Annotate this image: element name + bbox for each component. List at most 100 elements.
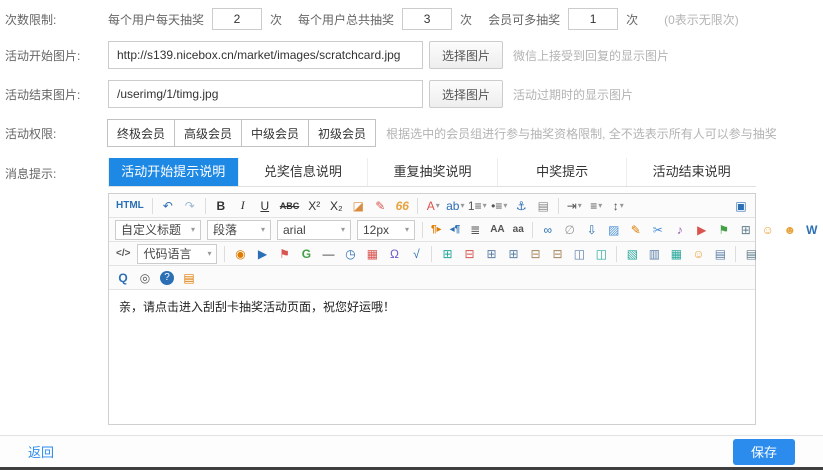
font-family-select[interactable]: arial ▾: [277, 220, 351, 240]
uppercase-icon[interactable]: AA: [487, 220, 507, 240]
auto-typeset-icon[interactable]: ≣: [465, 220, 485, 240]
choose-end-image-button[interactable]: 选择图片: [429, 80, 503, 108]
back-link[interactable]: 返回: [28, 442, 54, 461]
template-icon[interactable]: ▥: [644, 244, 664, 264]
dropdown-caret-icon: ▾: [460, 201, 464, 210]
screenshot-icon[interactable]: ✂: [648, 220, 668, 240]
member-advanced-button[interactable]: 高级会员: [174, 119, 242, 147]
indent-icon[interactable]: ⇥ ▾: [564, 196, 584, 216]
link-icon[interactable]: ∞: [538, 220, 558, 240]
member-ultimate-button[interactable]: 终极会员: [107, 119, 175, 147]
camera-icon[interactable]: ◉: [230, 244, 250, 264]
delete-col-icon[interactable]: ⊟: [547, 244, 567, 264]
blockquote-icon[interactable]: 66: [392, 196, 412, 216]
line-height-icon[interactable]: ↕ ▾: [608, 196, 628, 216]
time-icon[interactable]: ◷: [340, 244, 360, 264]
direction-rtl-icon[interactable]: ◂¶: [447, 220, 464, 240]
fullscreen-icon[interactable]: ▣: [731, 196, 751, 216]
icon-glyph: ⊞: [508, 247, 518, 261]
font-color-icon[interactable]: A ▾: [423, 196, 443, 216]
save-button[interactable]: 保存: [733, 439, 795, 465]
insert-frame-icon[interactable]: ⊞: [736, 220, 756, 240]
tab-activity-start-tip[interactable]: 活动开始提示说明: [108, 158, 238, 186]
unlink-icon[interactable]: ∅: [560, 220, 580, 240]
lowercase-icon[interactable]: aa: [510, 220, 527, 240]
start-image-input[interactable]: [108, 41, 423, 69]
toolbar-row-3: </> 代码语言 ▾ ◉ ▶: [109, 242, 755, 266]
member-beginner-button[interactable]: 初级会员: [308, 119, 376, 147]
eraser-icon[interactable]: ◪: [348, 196, 368, 216]
underline-icon[interactable]: U: [255, 196, 275, 216]
horizontal-rule-icon[interactable]: —: [318, 244, 338, 264]
music-icon[interactable]: ♪: [670, 220, 690, 240]
superscript-icon[interactable]: X²: [304, 196, 324, 216]
choose-start-image-button[interactable]: 选择图片: [429, 41, 503, 69]
print2-icon[interactable]: ▤: [741, 244, 761, 264]
map-icon[interactable]: ⚑: [714, 220, 734, 240]
special-chars-icon[interactable]: Ω: [384, 244, 404, 264]
format-brush-icon[interactable]: ✎: [370, 196, 390, 216]
image-icon[interactable]: ▨: [604, 220, 624, 240]
bold-icon[interactable]: B: [211, 196, 231, 216]
custom-title-select[interactable]: 自定义标题 ▾: [115, 220, 201, 240]
delete-row-icon[interactable]: ⊟: [525, 244, 545, 264]
align-icon[interactable]: ≡ ▾: [586, 196, 606, 216]
map-pin-icon[interactable]: ⚑: [274, 244, 294, 264]
help-icon[interactable]: ?: [160, 271, 174, 285]
video-icon[interactable]: ▶: [692, 220, 712, 240]
paragraph-select[interactable]: 段落 ▾: [207, 220, 271, 240]
split-cells-icon[interactable]: ◫: [591, 244, 611, 264]
insert-row-icon[interactable]: ⊞: [481, 244, 501, 264]
chart-icon[interactable]: ▦: [666, 244, 686, 264]
gmap-icon[interactable]: G: [296, 244, 316, 264]
limit-field-group: 会员可多抽奖 次: [488, 8, 638, 30]
table-background-icon[interactable]: ▧: [622, 244, 642, 264]
tab-activity-end[interactable]: 活动结束说明: [626, 158, 756, 186]
font-size-select[interactable]: 12px ▾: [357, 220, 415, 240]
strikethrough-icon[interactable]: ABC: [277, 196, 303, 216]
toolbar-separator: [152, 198, 153, 214]
insert-code-icon[interactable]: </>: [113, 244, 133, 264]
source-code-icon[interactable]: HTML: [113, 196, 147, 216]
tab-winning-tip[interactable]: 中奖提示: [497, 158, 627, 186]
insert-video-icon[interactable]: ▶: [252, 244, 272, 264]
subscript-icon[interactable]: X₂: [326, 196, 346, 216]
unordered-list-icon[interactable]: •≡ ▾: [489, 196, 509, 216]
member-intermediate-button[interactable]: 中级会员: [241, 119, 309, 147]
tab-redeem-info[interactable]: 兑奖信息说明: [238, 158, 368, 186]
member-extra-draw-input[interactable]: [568, 8, 618, 30]
date-icon[interactable]: ▦: [362, 244, 382, 264]
editor-content[interactable]: 亲，请点击进入刮刮卡抽奖活动页面，祝您好运哦！: [109, 290, 755, 424]
emotion-icon[interactable]: ☺: [758, 220, 778, 240]
table-title-icon[interactable]: ▤: [710, 244, 730, 264]
scrawl-icon[interactable]: ✎: [626, 220, 646, 240]
gif-emotion-icon[interactable]: ☻: [780, 220, 800, 240]
end-image-input[interactable]: [108, 80, 423, 108]
tab-repeat-draw[interactable]: 重复抽奖说明: [367, 158, 497, 186]
page-icon[interactable]: ▤: [533, 196, 553, 216]
word-image-icon[interactable]: W: [802, 220, 822, 240]
anchor-icon[interactable]: ⚓: [511, 196, 531, 216]
formula-icon[interactable]: √: [406, 244, 426, 264]
paste-board-icon[interactable]: ▤: [179, 268, 199, 288]
find-icon[interactable]: ◎: [135, 268, 155, 288]
delete-table-icon[interactable]: ⊟: [459, 244, 479, 264]
download-icon[interactable]: ⇩: [582, 220, 602, 240]
insert-table-icon[interactable]: ⊞: [437, 244, 457, 264]
emotion2-icon[interactable]: ☺: [688, 244, 708, 264]
undo-icon[interactable]: ↶: [158, 196, 178, 216]
icon-glyph: •≡: [491, 199, 502, 213]
merge-cells-icon[interactable]: ◫: [569, 244, 589, 264]
redo-icon[interactable]: ↷: [180, 196, 200, 216]
search-replace-icon[interactable]: Q: [113, 268, 133, 288]
highlight-color-icon[interactable]: ab ▾: [445, 196, 465, 216]
total-draw-input[interactable]: [402, 8, 452, 30]
code-language-select[interactable]: 代码语言 ▾: [137, 244, 217, 264]
insert-col-icon[interactable]: ⊞: [503, 244, 523, 264]
icon-glyph: ⊞: [486, 247, 496, 261]
italic-icon[interactable]: I: [233, 196, 253, 216]
daily-draw-input[interactable]: [212, 8, 262, 30]
direction-ltr-icon[interactable]: ¶▸: [428, 220, 445, 240]
message-label: 消息提示:: [0, 158, 108, 182]
ordered-list-icon[interactable]: 1≡ ▾: [467, 196, 487, 216]
